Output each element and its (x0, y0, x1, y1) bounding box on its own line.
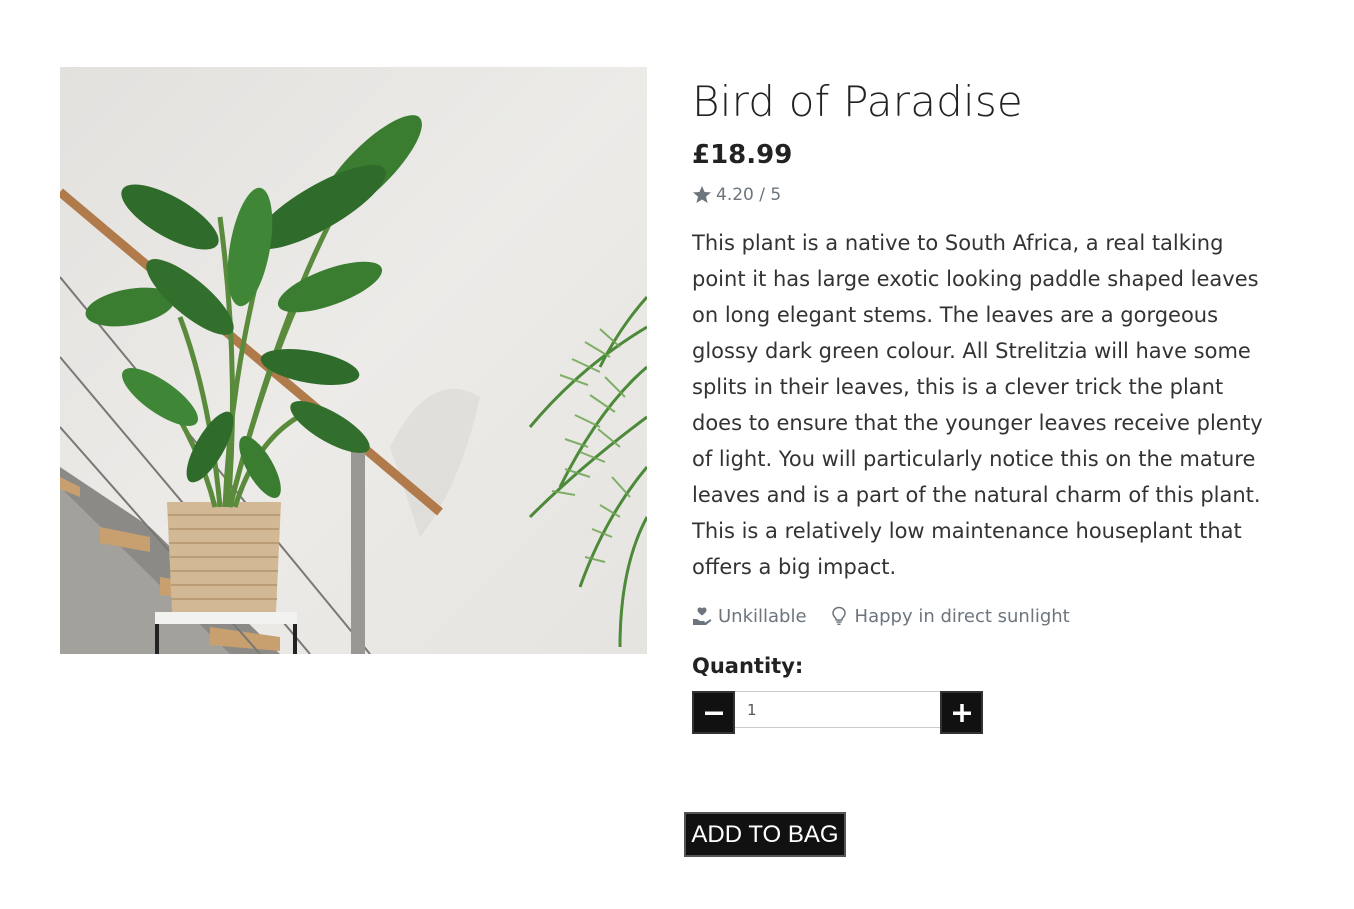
increment-button[interactable] (940, 691, 983, 734)
plant-photo-illustration (60, 67, 647, 654)
product-title: Bird of Paradise (692, 77, 1023, 126)
product-image (60, 67, 647, 654)
product-detail-page: Bird of Paradise £18.99 4.20 / 5 This pl… (0, 0, 1354, 909)
product-description: This plant is a native to South Africa, … (692, 231, 1263, 579)
plus-icon (952, 703, 971, 722)
feature-sunlight: Happy in direct sunlight (829, 606, 1070, 627)
feature-label: Happy in direct sunlight (854, 605, 1070, 627)
lightbulb-icon (831, 606, 846, 626)
decrement-button[interactable] (692, 691, 735, 734)
hand-holding-heart-icon (693, 607, 712, 625)
quantity-stepper (692, 691, 985, 734)
quantity-label: Quantity: (692, 654, 804, 678)
feature-label: Unkillable (718, 605, 807, 627)
product-details: Bird of Paradise £18.99 4.20 / 5 This pl… (692, 72, 1292, 734)
minus-icon (704, 711, 723, 715)
feature-unkillable: Unkillable (692, 606, 807, 627)
quantity-input[interactable] (735, 691, 940, 728)
product-price: £18.99 (692, 140, 793, 170)
add-to-bag-button[interactable]: ADD TO BAG (684, 812, 846, 857)
star-icon (693, 186, 711, 203)
product-rating: 4.20 / 5 (692, 183, 1292, 207)
rating-text: 4.20 / 5 (716, 185, 782, 205)
product-features: Unkillable Happy in direct sunlight (692, 603, 1292, 629)
